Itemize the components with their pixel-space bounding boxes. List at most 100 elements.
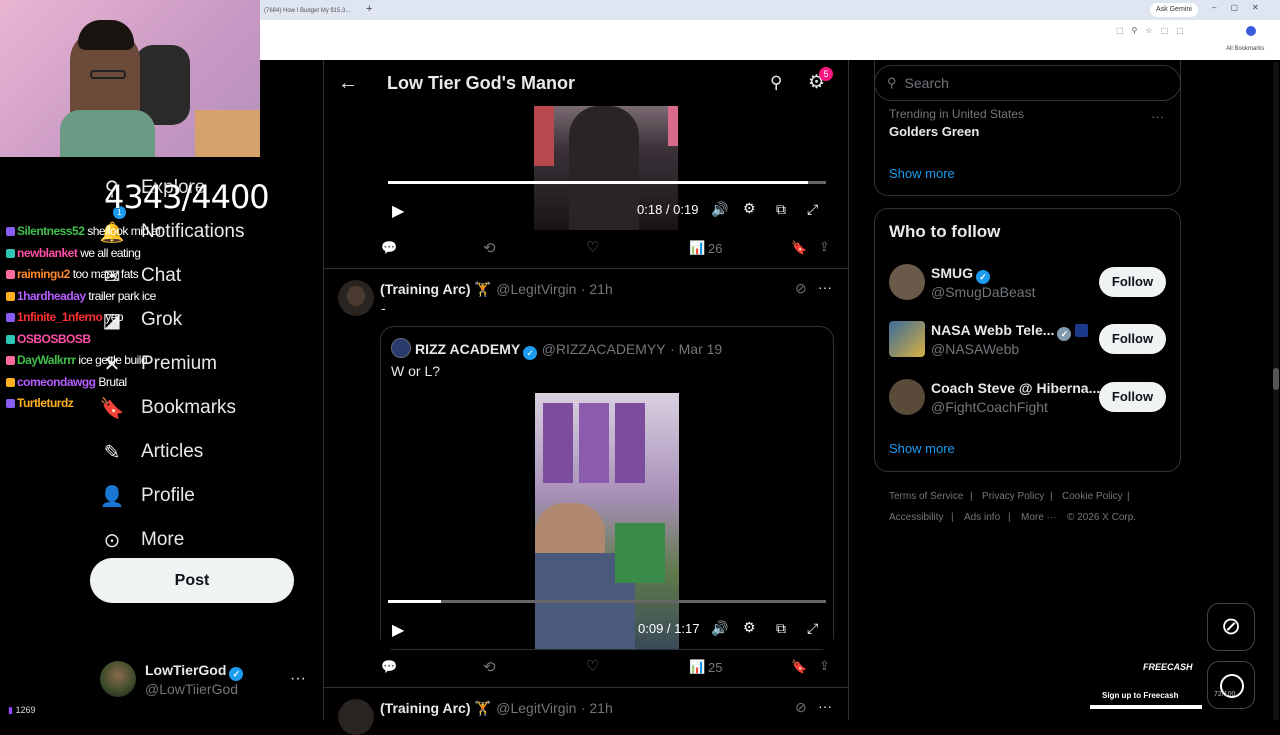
chat-username[interactable]: OSBOSBOSB	[17, 332, 91, 346]
all-bookmarks-link[interactable]: All Bookmarks	[1226, 46, 1264, 52]
chat-username[interactable]: DayWalkrrr	[17, 353, 76, 367]
post-button[interactable]: Post	[90, 558, 294, 603]
follow-button[interactable]: Follow	[1099, 324, 1166, 354]
play-icon[interactable]: ▶	[392, 201, 404, 221]
show-more-link[interactable]: Show more	[889, 441, 955, 456]
author-name[interactable]: (Training Arc) 🏋	[380, 700, 492, 716]
back-arrow-icon[interactable]: ←	[338, 72, 358, 95]
browser-tab[interactable]: (7684) How I Budget My $15,3...	[260, 3, 360, 20]
trend-more-icon[interactable]: ···	[1151, 109, 1164, 124]
scrollbar-thumb[interactable]	[1273, 368, 1279, 390]
follow-account-name[interactable]: NASA Webb Tele... ✓	[931, 322, 1089, 341]
trend-topic[interactable]: Golders Green	[889, 124, 979, 139]
share-icon[interactable]: ⇪	[819, 658, 830, 674]
like-icon[interactable]: ♡	[586, 657, 599, 675]
ask-gemini-button[interactable]: Ask Gemini	[1150, 3, 1198, 17]
tweet-time[interactable]: · 21h	[581, 281, 613, 297]
scrollbar-track[interactable]	[1273, 62, 1279, 720]
nav-item-articles[interactable]: ✎ Articles	[100, 430, 245, 474]
views-icon[interactable]: 📊	[689, 659, 705, 675]
browser-profile-avatar[interactable]	[1246, 26, 1256, 36]
author-handle[interactable]: @LegitVirgin	[496, 281, 576, 297]
video-player-1[interactable]	[380, 106, 834, 230]
fullscreen-icon[interactable]: ⤢	[807, 201, 818, 218]
chat-username[interactable]: Turtleturdz	[17, 396, 74, 410]
avatar[interactable]	[338, 280, 374, 316]
grok-icon[interactable]: ⊘	[795, 699, 807, 716]
reply-icon[interactable]: 💬	[381, 659, 397, 675]
fullscreen-icon[interactable]: ⤢	[807, 620, 818, 637]
avatar[interactable]	[338, 699, 374, 735]
views-icon[interactable]: 📊	[689, 240, 705, 256]
more-icon[interactable]: ···	[818, 698, 832, 714]
show-more-link[interactable]: Show more	[889, 166, 955, 181]
chat-username[interactable]: 1nfinite_1nferno	[17, 310, 103, 324]
video-player-2[interactable]	[381, 393, 833, 649]
messages-button[interactable]	[1207, 661, 1255, 709]
footer-privacy-link[interactable]: Privacy Policy	[982, 491, 1044, 502]
search-icon[interactable]: ⚲	[770, 73, 782, 93]
settings-icon[interactable]: ⚙	[743, 200, 756, 217]
like-icon[interactable]: ♡	[586, 238, 599, 256]
chat-username[interactable]: newblanket	[17, 246, 78, 260]
follow-account-handle: @FightCoachFight	[931, 399, 1048, 415]
follow-button[interactable]: Follow	[1099, 382, 1166, 412]
chat-message: 1hardheaday trailer park ice	[6, 289, 236, 311]
grok-button[interactable]: ⊘	[1207, 603, 1255, 651]
follow-account-name[interactable]: SMUG ✓	[931, 265, 990, 284]
tweet-header: (Training Arc) 🏋 @LegitVirgin · 21h	[380, 700, 613, 718]
chat-username[interactable]: 1hardheaday	[17, 289, 86, 303]
new-tab-button[interactable]: +	[366, 3, 372, 15]
chat-badge-icon	[6, 227, 15, 237]
chat-username[interactable]: comeondawgg	[17, 375, 96, 389]
chat-badge-icon	[6, 377, 15, 387]
tweet-time[interactable]: · 21h	[581, 700, 613, 716]
more-icon[interactable]: ···	[818, 279, 832, 295]
avatar[interactable]	[889, 264, 925, 300]
video-1-scrubber[interactable]	[388, 181, 826, 184]
share-icon[interactable]: ⇪	[819, 239, 830, 255]
retweet-icon[interactable]: ⟲	[483, 658, 496, 676]
settings-icon[interactable]: ⚙	[743, 619, 756, 636]
footer-copyright: © 2026 X Corp.	[1067, 512, 1137, 523]
author-handle[interactable]: @LegitVirgin	[496, 700, 576, 716]
play-icon[interactable]: ▶	[392, 620, 404, 640]
footer-terms-link[interactable]: Terms of Service	[889, 491, 963, 502]
browser-toolbar-icons[interactable]: ⬚⚲☆⬚⬚	[1116, 26, 1192, 35]
nav-item-label: Articles	[141, 441, 204, 462]
nav-item-more[interactable]: ⊙ More	[100, 518, 245, 562]
pip-icon[interactable]: ⧉	[776, 620, 786, 637]
volume-icon[interactable]: 🔊	[711, 620, 728, 637]
trend-context: Trending in United States	[889, 107, 1024, 121]
video-2-scrubber[interactable]	[388, 600, 826, 603]
stream-chat: Silentness52 she look mid af newblanket w…	[6, 224, 236, 418]
follow-account-handle: @NASAWebb	[931, 341, 1020, 357]
reply-icon[interactable]: 💬	[381, 240, 397, 256]
follow-account-name[interactable]: Coach Steve @ Hiberna...	[931, 380, 1100, 396]
nav-item-profile[interactable]: 👤 Profile	[100, 474, 245, 518]
chat-username[interactable]: Silentness52	[17, 224, 85, 238]
quote-time: · Mar 19	[670, 341, 723, 357]
footer-more-link[interactable]: More ···	[1021, 512, 1057, 523]
avatar[interactable]	[889, 321, 925, 357]
retweet-icon[interactable]: ⟲	[483, 239, 496, 257]
tweet-divider	[324, 268, 848, 269]
follow-button[interactable]: Follow	[1099, 267, 1166, 297]
video-frame-2	[535, 393, 679, 649]
bookmark-icon[interactable]: 🔖	[791, 240, 807, 256]
grok-icon[interactable]: ⊘	[795, 280, 807, 297]
chat-badge-icon	[6, 334, 15, 344]
account-switcher[interactable]: LowTierGod ✓ @LowTiierGod	[100, 661, 244, 697]
account-more-icon[interactable]: ···	[290, 670, 306, 688]
avatar[interactable]	[889, 379, 925, 415]
footer-accessibility-link[interactable]: Accessibility	[889, 512, 943, 523]
bookmark-icon[interactable]: 🔖	[791, 659, 807, 675]
footer-cookie-link[interactable]: Cookie Policy	[1062, 491, 1123, 502]
author-name[interactable]: (Training Arc) 🏋	[380, 281, 492, 297]
window-controls[interactable]: –▢✕	[1212, 3, 1273, 12]
chat-text: yep	[102, 310, 124, 324]
footer-ads-link[interactable]: Ads info	[964, 512, 1000, 523]
chat-username[interactable]: raimingu2	[17, 267, 70, 281]
volume-icon[interactable]: 🔊	[711, 201, 728, 218]
pip-icon[interactable]: ⧉	[776, 201, 786, 218]
